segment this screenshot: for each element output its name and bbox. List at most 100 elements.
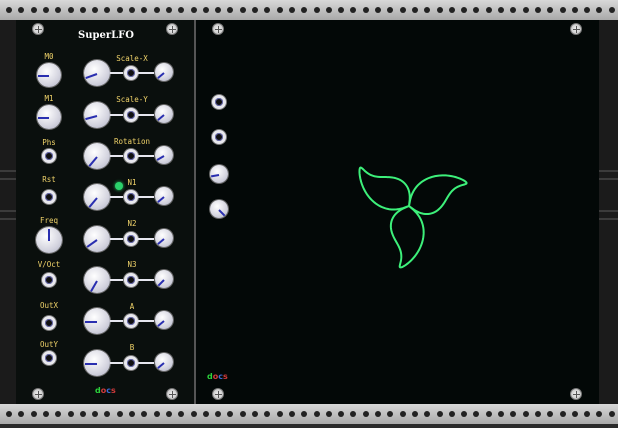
- rail-hole: [104, 7, 111, 13]
- rail-hole: [325, 411, 332, 417]
- rail-hole: [288, 411, 295, 417]
- n3-attenuverter-knob[interactable]: [155, 270, 173, 288]
- display-scale-knob[interactable]: [210, 165, 228, 183]
- scale-y-cv-jack[interactable]: [124, 108, 138, 122]
- rail-hole: [153, 7, 160, 13]
- rail-hole: [510, 7, 517, 13]
- rotation-knob[interactable]: [84, 143, 110, 169]
- lfo-trace-line: [358, 166, 468, 269]
- rail-hole: [485, 411, 492, 417]
- rail-hole: [571, 411, 578, 417]
- rail-hole: [399, 7, 406, 13]
- x-input-jack[interactable]: [212, 95, 226, 109]
- b-cv-jack[interactable]: [124, 356, 138, 370]
- screw-icon: [570, 388, 582, 400]
- lfo-xy-trace-plot: [358, 166, 468, 269]
- rotation-attenuverter-knob[interactable]: [155, 146, 173, 164]
- rail-hole: [387, 411, 394, 417]
- rail-hole: [215, 411, 222, 417]
- screw-icon: [166, 388, 178, 400]
- voct-label: V/Oct: [37, 260, 61, 269]
- m0-label: M0: [44, 52, 54, 61]
- n3-cv-jack[interactable]: [124, 273, 138, 287]
- rail-hole: [79, 7, 86, 13]
- rail-hole: [55, 411, 62, 417]
- rail-hole: [276, 411, 283, 417]
- m0-knob[interactable]: [37, 63, 61, 87]
- rail-hole: [436, 411, 443, 417]
- a-cv-jack[interactable]: [124, 314, 138, 328]
- n2-cv-jack[interactable]: [124, 232, 138, 246]
- screw-icon: [212, 388, 224, 400]
- rail-hole: [276, 7, 283, 13]
- rail-hole: [461, 411, 468, 417]
- screw-icon: [570, 23, 582, 35]
- n1-cv-jack[interactable]: [124, 190, 138, 204]
- voct-input-jack[interactable]: [42, 273, 56, 287]
- rail-hole: [141, 411, 148, 417]
- rail-hole: [79, 411, 86, 417]
- rail-hole: [424, 411, 431, 417]
- b-attenuverter-knob[interactable]: [155, 353, 173, 371]
- rail-hole: [399, 411, 406, 417]
- a-knob[interactable]: [84, 308, 110, 334]
- outx-output-jack[interactable]: [42, 316, 56, 330]
- rail-hole: [202, 7, 209, 13]
- rail-hole: [338, 411, 345, 417]
- n2-attenuverter-knob[interactable]: [155, 229, 173, 247]
- n2-label: N2: [127, 219, 137, 228]
- xy-display-module-panel: docs: [196, 20, 599, 404]
- rail-hole: [190, 7, 197, 13]
- rail-hole: [534, 7, 541, 13]
- scale-x-attenuverter-knob[interactable]: [155, 63, 173, 81]
- rail-hole: [165, 7, 172, 13]
- n3-knob[interactable]: [84, 267, 110, 293]
- rail-hole: [571, 7, 578, 13]
- scale-y-knob[interactable]: [84, 102, 110, 128]
- rail-hole: [129, 7, 135, 13]
- connector-line: [110, 279, 124, 281]
- rail-hole: [448, 411, 455, 417]
- phs-input-jack[interactable]: [42, 149, 56, 163]
- rail-hole: [510, 411, 517, 417]
- screw-icon: [32, 388, 44, 400]
- rail-hole: [596, 411, 603, 417]
- a-attenuverter-knob[interactable]: [155, 311, 173, 329]
- outy-output-jack[interactable]: [42, 351, 56, 365]
- rail-hole: [116, 411, 123, 417]
- rail-hole: [42, 7, 49, 13]
- freq-knob[interactable]: [36, 227, 62, 253]
- freq-label: Freq: [39, 216, 59, 225]
- b-knob[interactable]: [84, 350, 110, 376]
- rail-hole: [436, 7, 443, 13]
- rail-hole: [375, 411, 381, 417]
- rail-hole: [190, 411, 197, 417]
- rotation-cv-jack[interactable]: [124, 149, 138, 163]
- connector-line: [138, 114, 154, 116]
- connector-line: [138, 279, 154, 281]
- rail-hole: [215, 7, 222, 13]
- n1-attenuverter-knob[interactable]: [155, 187, 173, 205]
- rail-hole: [141, 7, 148, 13]
- rotation-label: Rotation: [113, 137, 151, 146]
- screw-icon: [32, 23, 44, 35]
- rail-hole: [239, 411, 246, 417]
- rail-hole: [252, 411, 258, 417]
- rail-hole: [227, 411, 234, 417]
- connector-line: [110, 320, 124, 322]
- rail-hole: [485, 7, 492, 13]
- display-persistence-knob[interactable]: [210, 200, 228, 218]
- scale-x-knob[interactable]: [84, 60, 110, 86]
- scale-x-cv-jack[interactable]: [124, 66, 138, 80]
- m1-knob[interactable]: [37, 105, 61, 129]
- n1-knob[interactable]: [84, 184, 110, 210]
- connector-line: [138, 238, 154, 240]
- rst-input-jack[interactable]: [42, 190, 56, 204]
- rail-hole: [313, 411, 320, 417]
- n2-knob[interactable]: [84, 226, 110, 252]
- y-input-jack[interactable]: [212, 130, 226, 144]
- rail-hole: [473, 411, 480, 417]
- rail-hole: [584, 411, 591, 417]
- scale-y-attenuverter-knob[interactable]: [155, 105, 173, 123]
- connector-line: [110, 362, 124, 364]
